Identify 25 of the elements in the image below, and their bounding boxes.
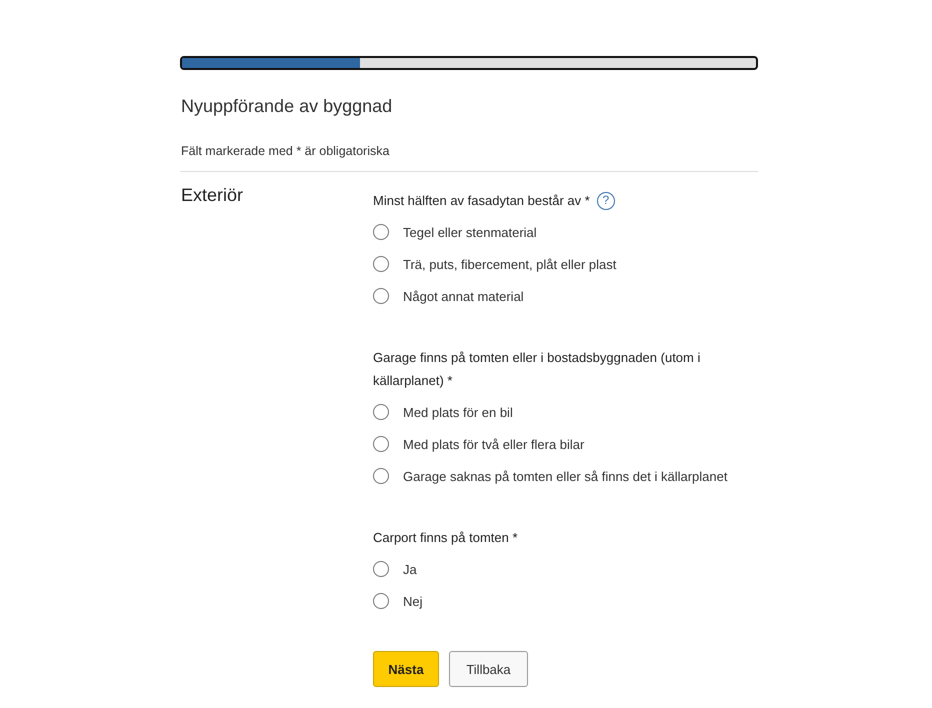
required-note: Fält markerade med * är obligatoriska	[181, 144, 390, 158]
option-label: Med plats för en bil	[403, 404, 513, 420]
radio-button[interactable]	[373, 436, 389, 452]
radio-button[interactable]	[373, 593, 389, 609]
question-label: Minst hälften av fasadytan består av *	[373, 192, 590, 210]
option-label: Tegel eller stenmaterial	[403, 224, 537, 240]
option-label: Med plats för två eller flera bilar	[403, 436, 584, 452]
next-button[interactable]: Nästa	[373, 651, 439, 687]
radio-button[interactable]	[373, 468, 389, 484]
option-label: Nej	[403, 594, 423, 608]
radio-button[interactable]	[373, 256, 389, 272]
option-label: Garage saknas på tomten eller så finns det i källarplanet	[403, 468, 728, 484]
question-label: Garage finns på tomten eller i bostadsbyggnaden (utom i källarplanet) *	[373, 349, 702, 390]
radio-button[interactable]	[373, 561, 389, 577]
radio-button[interactable]	[373, 288, 389, 304]
back-button[interactable]: Tillbaka	[449, 651, 528, 687]
radio-button[interactable]	[373, 404, 389, 420]
section-heading: Exteriör	[181, 185, 244, 207]
option-label: Trä, puts, fibercement, plåt eller plast	[403, 256, 616, 272]
question-label: Carport finns på tomten *	[373, 529, 518, 547]
help-icon[interactable]: ?	[596, 192, 615, 210]
page-title: Nyuppförande av byggnad	[181, 96, 394, 117]
option-label: Något annat material	[403, 288, 524, 304]
option-label: Ja	[403, 562, 417, 576]
radio-button[interactable]	[373, 224, 389, 240]
